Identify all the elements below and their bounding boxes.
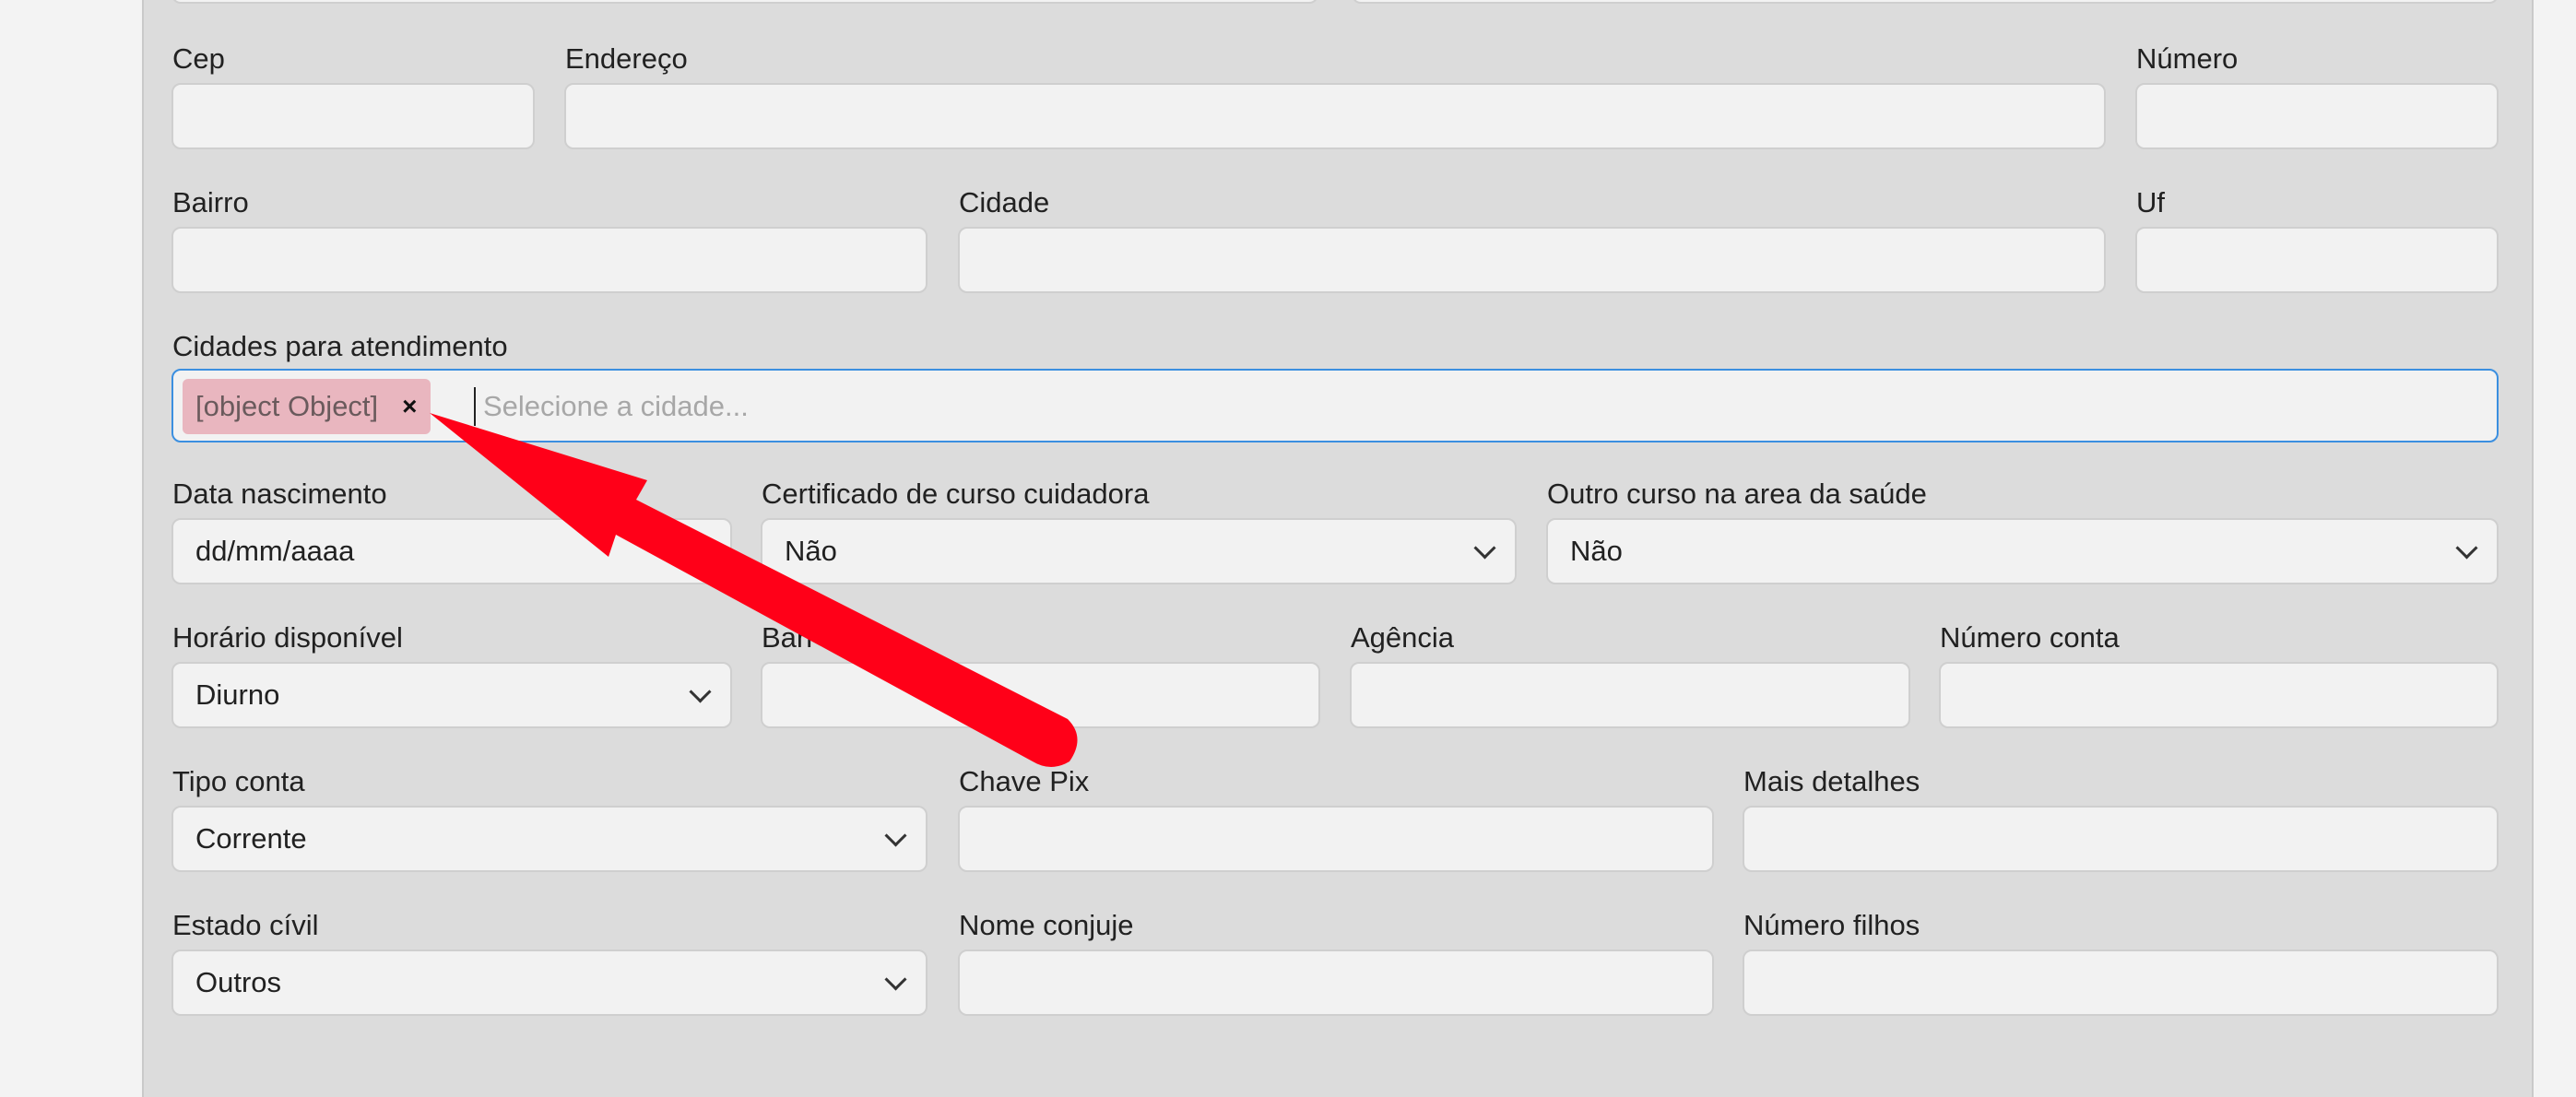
endereco-label: Endereço	[565, 42, 688, 75]
chave-pix-input[interactable]	[958, 806, 1714, 872]
cidades-atendimento-multiselect[interactable]: [object Object] × Selecione a cidade...	[171, 369, 2499, 442]
selected-city-tag: [object Object] ×	[183, 379, 431, 434]
nome-conjuje-label: Nome conjuje	[959, 909, 1134, 941]
cidade-input[interactable]	[958, 227, 2106, 293]
numero-label: Número	[2136, 42, 2239, 75]
text-caret	[474, 387, 476, 426]
top-field-right[interactable]	[1352, 0, 2499, 4]
cep-label: Cep	[172, 42, 225, 75]
banco-label: Ban	[762, 621, 813, 654]
city-search-placeholder[interactable]: Selecione a cidade...	[483, 387, 749, 426]
numero-conta-label: Número conta	[1940, 621, 2120, 654]
numero-filhos-label: Número filhos	[1743, 909, 1920, 941]
bairro-input[interactable]	[171, 227, 928, 293]
horario-disponivel-select[interactable]: Diurno	[171, 662, 732, 728]
tipo-conta-select[interactable]: Corrente	[171, 806, 928, 872]
agencia-label: Agência	[1351, 621, 1455, 654]
endereco-input[interactable]	[564, 83, 2106, 149]
tipo-conta-label: Tipo conta	[172, 765, 305, 797]
cidades-atendimento-label: Cidades para atendimento	[172, 330, 508, 362]
uf-label: Uf	[2136, 186, 2165, 218]
certificado-curso-label: Certificado de curso cuidadora	[762, 478, 1150, 510]
chevron-down-icon	[884, 968, 907, 991]
outro-curso-value: Não	[1570, 535, 1623, 567]
horario-disponivel-value: Diurno	[195, 678, 280, 711]
mais-detalhes-label: Mais detalhes	[1743, 765, 1920, 797]
uf-input[interactable]	[2135, 227, 2499, 293]
outro-curso-label: Outro curso na area da saúde	[1547, 478, 1927, 510]
certificado-curso-value: Não	[785, 535, 837, 567]
chevron-down-icon	[1473, 537, 1496, 560]
chave-pix-label: Chave Pix	[959, 765, 1090, 797]
numero-conta-input[interactable]	[1939, 662, 2499, 728]
nome-conjuje-input[interactable]	[958, 950, 1714, 1016]
estado-civil-value: Outros	[195, 966, 282, 998]
tipo-conta-value: Corrente	[195, 822, 307, 855]
cidade-label: Cidade	[959, 186, 1050, 218]
estado-civil-select[interactable]: Outros	[171, 950, 928, 1016]
data-nascimento-value: dd/mm/aaaa	[195, 535, 355, 567]
estado-civil-label: Estado cívil	[172, 909, 319, 941]
data-nascimento-label: Data nascimento	[172, 478, 387, 510]
horario-disponivel-label: Horário disponível	[172, 621, 403, 654]
data-nascimento-input[interactable]: dd/mm/aaaa	[171, 518, 732, 584]
mais-detalhes-input[interactable]	[1743, 806, 2499, 872]
outro-curso-select[interactable]: Não	[1546, 518, 2499, 584]
remove-tag-icon[interactable]: ×	[402, 392, 417, 421]
selected-city-tag-label: [object Object]	[195, 390, 379, 422]
cep-input[interactable]	[171, 83, 535, 149]
chevron-down-icon	[689, 680, 712, 703]
certificado-curso-select[interactable]: Não	[761, 518, 1517, 584]
bairro-label: Bairro	[172, 186, 249, 218]
numero-filhos-input[interactable]	[1743, 950, 2499, 1016]
banco-input[interactable]	[761, 662, 1320, 728]
numero-input[interactable]	[2135, 83, 2499, 149]
chevron-down-icon	[2455, 537, 2478, 560]
top-field-left[interactable]	[171, 0, 1318, 4]
agencia-input[interactable]	[1350, 662, 1910, 728]
chevron-down-icon	[884, 824, 907, 847]
